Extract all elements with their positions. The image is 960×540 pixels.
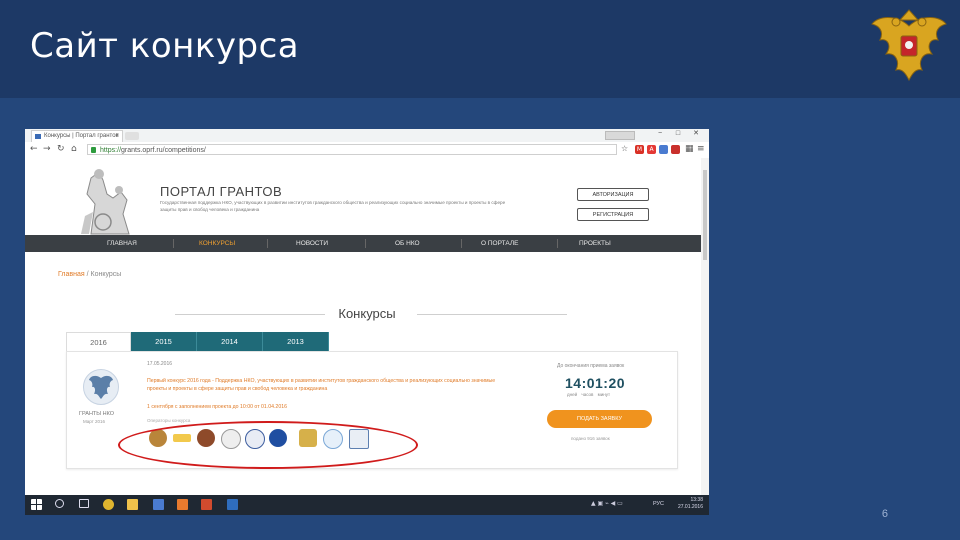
language-indicator[interactable]: РУС xyxy=(653,501,664,507)
forward-arrow-icon[interactable]: → xyxy=(43,144,51,154)
nav-separator xyxy=(365,239,366,248)
register-label: РЕГИСТРАЦИЯ xyxy=(592,212,634,218)
tab-year-2015[interactable]: 2015 xyxy=(131,332,197,351)
deadline-label: До окончания приема заявок xyxy=(557,363,625,369)
close-window-icon[interactable]: ✕ xyxy=(687,129,705,137)
maximize-icon[interactable]: □ xyxy=(669,130,687,137)
breadcrumb-home[interactable]: Главная xyxy=(58,271,85,278)
portal-logo-icon[interactable] xyxy=(73,164,143,236)
register-button[interactable]: РЕГИСТРАЦИЯ xyxy=(577,208,649,221)
nav-item-home[interactable]: ГЛАВНАЯ xyxy=(107,235,137,252)
grants-date: Март 2016 xyxy=(83,419,106,424)
close-tab-icon[interactable]: × xyxy=(115,131,119,142)
url-protocol: https:// xyxy=(100,147,122,154)
section-title: Конкурсы xyxy=(338,306,396,321)
nav-separator xyxy=(461,239,462,248)
system-tray-icons[interactable]: ▲ ▣ ⌁ ◀ ▭ xyxy=(591,500,623,507)
breadcrumb: Главная / Конкурсы xyxy=(58,271,121,278)
slide-page-number: 6 xyxy=(881,508,888,520)
competition-operators-label: Операторы конкурса xyxy=(147,418,191,423)
address-bar[interactable]: https://grants.oprf.ru/competitions/ xyxy=(87,144,617,155)
competition-date: 17.05.2016 xyxy=(147,361,173,367)
adblock-extension-icon[interactable]: A xyxy=(647,145,656,154)
extension-icon[interactable] xyxy=(659,145,668,154)
login-label: АВТОРИЗАЦИЯ xyxy=(592,192,634,198)
login-button[interactable]: АВТОРИЗАЦИЯ xyxy=(577,188,649,201)
nav-separator xyxy=(173,239,174,248)
tab-year-2014[interactable]: 2014 xyxy=(197,332,263,351)
reload-icon[interactable]: ↻ xyxy=(57,144,65,154)
government-emblem-icon xyxy=(83,369,119,405)
windows-start-icon[interactable] xyxy=(31,499,42,510)
browser-tab[interactable]: Конкурсы | Портал грантов × xyxy=(31,130,123,142)
new-tab-button[interactable] xyxy=(125,132,139,140)
favicon-icon xyxy=(35,134,41,139)
countdown-units: дней часов минут xyxy=(567,392,611,397)
extension-icon[interactable] xyxy=(671,145,680,154)
apply-button[interactable]: ПОДАТЬ ЗАЯВКУ xyxy=(547,410,652,428)
nav-separator xyxy=(267,239,268,248)
nav-item-about-portal[interactable]: О ПОРТАЛЕ xyxy=(481,235,518,252)
site-header: ПОРТАЛ ГРАНТОВ Государственная поддержка… xyxy=(25,158,709,235)
url-path: grants.oprf.ru/competitions/ xyxy=(121,147,206,154)
partner-logos-highlight xyxy=(118,421,418,469)
system-clock[interactable]: 13:38 27.01.2016 xyxy=(678,497,703,511)
home-icon[interactable]: ⌂ xyxy=(71,144,77,154)
grants-label: ГРАНТЫ НКО xyxy=(79,411,115,417)
browser-tab-bar: Конкурсы | Портал грантов × − □ ✕ xyxy=(25,129,709,142)
translate-icon[interactable]: ▦ xyxy=(685,144,694,154)
menu-icon[interactable]: ≡ xyxy=(697,144,705,154)
word-taskbar-icon[interactable] xyxy=(227,499,238,510)
portal-subtitle: Государственная поддержка НКО, участвующ… xyxy=(160,200,506,212)
gmail-extension-icon[interactable]: M xyxy=(635,145,644,154)
tab-year-2013[interactable]: 2013 xyxy=(263,332,329,351)
tab-title: Конкурсы | Портал грантов xyxy=(44,133,119,139)
breadcrumb-current: Конкурсы xyxy=(90,271,122,278)
clock-date: 27.01.2016 xyxy=(677,504,703,510)
nav-separator xyxy=(557,239,558,248)
windows-taskbar: ▲ ▣ ⌁ ◀ ▭ РУС 13:38 27.01.2016 xyxy=(25,495,709,515)
minimize-icon[interactable]: − xyxy=(651,130,669,137)
back-arrow-icon[interactable]: ← xyxy=(30,144,38,154)
app-taskbar-icon[interactable] xyxy=(153,499,164,510)
portal-title: ПОРТАЛ ГРАНТОВ xyxy=(160,184,283,199)
browser-toolbar: ← → ↻ ⌂ https://grants.oprf.ru/competiti… xyxy=(25,142,709,159)
chrome-taskbar-icon[interactable] xyxy=(103,499,114,510)
nav-item-competitions[interactable]: КОНКУРСЫ xyxy=(199,235,235,252)
scrollbar-thumb[interactable] xyxy=(703,170,707,260)
page-scrollbar[interactable] xyxy=(701,158,709,495)
countdown-timer: 14:01:20 xyxy=(565,375,626,391)
clock-time: 13:38 xyxy=(690,497,703,503)
tab-year-2016[interactable]: 2016 xyxy=(66,332,131,351)
site-navigation: ГЛАВНАЯ КОНКУРСЫ НОВОСТИ ОБ НКО О ПОРТАЛ… xyxy=(25,235,709,252)
slide-title: Сайт конкурса xyxy=(30,26,300,66)
task-view-icon[interactable] xyxy=(79,499,89,508)
nav-item-projects[interactable]: ПРОЕКТЫ xyxy=(579,235,611,252)
applications-count: подано 916 заявок xyxy=(571,436,610,441)
powerpoint-taskbar-icon[interactable] xyxy=(201,499,212,510)
search-icon[interactable] xyxy=(55,499,64,508)
nav-item-about-nko[interactable]: ОБ НКО xyxy=(395,235,420,252)
nav-item-news[interactable]: НОВОСТИ xyxy=(296,235,328,252)
file-explorer-icon[interactable] xyxy=(127,499,138,510)
competition-title-link[interactable]: Первый конкурс 2016 года - Поддержка НКО… xyxy=(147,378,507,393)
competition-period: 1 сентября с заполнением проекта до 10:0… xyxy=(147,404,287,410)
app-taskbar-icon[interactable] xyxy=(177,499,188,510)
bookmark-star-icon[interactable]: ☆ xyxy=(621,144,628,153)
user-profile-button[interactable] xyxy=(605,131,635,140)
window-controls: − □ ✕ xyxy=(651,129,705,137)
lock-icon xyxy=(91,147,96,153)
russian-coat-of-arms-icon xyxy=(871,9,947,82)
breadcrumb-separator: / xyxy=(86,271,89,278)
slide-header: Сайт конкурса xyxy=(0,0,960,98)
